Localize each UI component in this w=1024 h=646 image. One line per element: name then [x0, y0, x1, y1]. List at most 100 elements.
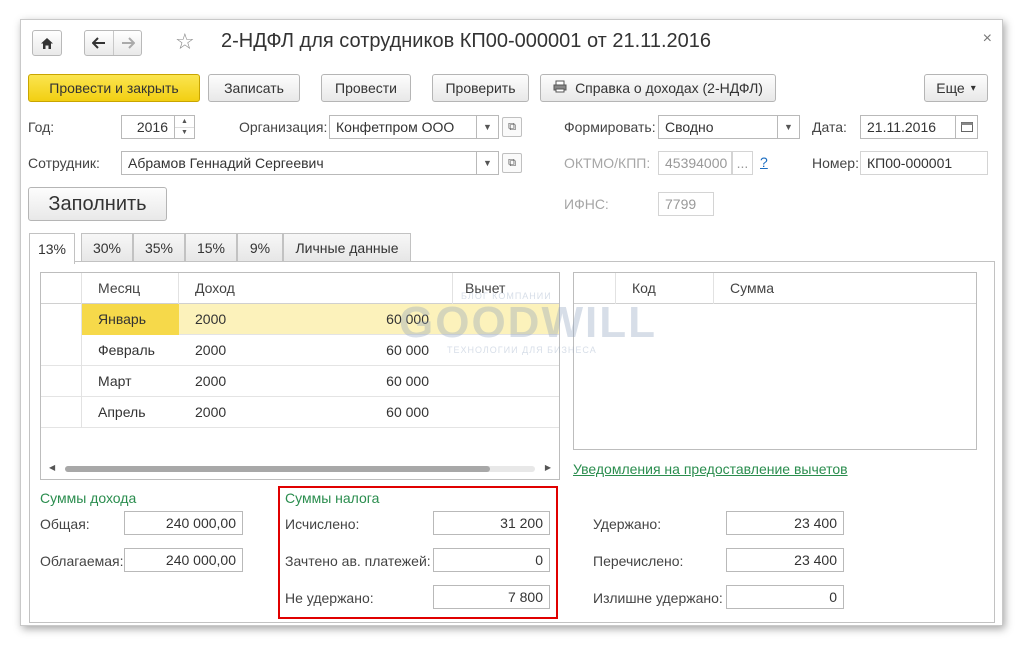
scroll-left-icon[interactable]: ◀ [49, 463, 55, 472]
cell-month[interactable]: Апрель [98, 397, 178, 428]
taxable-income-field[interactable]: 240 000,00 [124, 548, 243, 572]
favorite-star-icon[interactable]: ☆ [175, 29, 195, 55]
not-withheld-field[interactable]: 7 800 [433, 585, 550, 609]
open-employee-icon[interactable]: ⧉ [502, 153, 522, 173]
horizontal-scrollbar[interactable]: ◀ ▶ [49, 463, 551, 475]
cell-amount[interactable]: 60 000 [253, 397, 429, 428]
cell-code[interactable]: 2000 [195, 397, 255, 428]
number-field[interactable]: КП00-000001 [860, 151, 988, 175]
cell-code[interactable]: 2000 [195, 304, 255, 335]
organization-field[interactable]: Конфетпром ООО [329, 115, 477, 139]
employee-field[interactable]: Абрамов Геннадий Сергеевич [121, 151, 477, 175]
column-code[interactable]: Код [616, 273, 714, 304]
excess-withheld-field[interactable]: 0 [726, 585, 844, 609]
back-button[interactable] [85, 31, 113, 55]
ifns-label: ИФНС: [564, 196, 609, 212]
column-sum[interactable]: Сумма [714, 273, 976, 304]
home-icon [41, 37, 53, 49]
scroll-thumb[interactable] [65, 466, 490, 472]
tab-personal-data[interactable]: Личные данные [283, 233, 411, 262]
calculated-field[interactable]: 31 200 [433, 511, 550, 535]
more-label: Еще [936, 80, 965, 96]
tax-sums-title: Суммы налога [285, 490, 380, 506]
income-certificate-button[interactable]: Справка о доходах (2-НДФЛ) [540, 74, 776, 102]
forward-button[interactable] [113, 31, 141, 55]
document-window: ☆ 2-НДФЛ для сотрудников КП00-000001 от … [20, 19, 1003, 626]
chevron-down-icon[interactable]: ▼ [778, 115, 800, 139]
not-withheld-label: Не удержано: [285, 590, 374, 606]
close-icon[interactable]: × [983, 30, 992, 48]
row-marker-header [574, 273, 616, 304]
year-label: Год: [28, 119, 55, 135]
form-type-select[interactable]: Сводно [658, 115, 778, 139]
tab-9[interactable]: 9% [237, 233, 283, 262]
taxable-income-label: Облагаемая: [40, 553, 124, 569]
row-marker [41, 335, 82, 366]
deduction-notifications-link[interactable]: Уведомления на предоставление вычетов [573, 461, 848, 477]
withheld-label: Удержано: [593, 516, 662, 532]
post-button[interactable]: Провести [321, 74, 411, 102]
home-button[interactable] [32, 30, 62, 56]
oktmo-field: 45394000 [658, 151, 732, 175]
open-organization-icon[interactable]: ⧉ [502, 117, 522, 137]
tab-30[interactable]: 30% [81, 233, 133, 262]
employee-label: Сотрудник: [28, 155, 100, 171]
cell-amount[interactable]: 60 000 [253, 304, 429, 335]
cell-amount[interactable]: 60 000 [253, 366, 429, 397]
year-input[interactable]: 2016 [121, 115, 175, 139]
tab-35[interactable]: 35% [133, 233, 185, 262]
oktmo-select-button[interactable]: ... [732, 151, 753, 175]
fill-button[interactable]: Заполнить [28, 187, 167, 221]
chevron-down-icon[interactable]: ▼ [477, 115, 499, 139]
transferred-field[interactable]: 23 400 [726, 548, 844, 572]
chevron-down-icon[interactable]: ▼ [477, 151, 499, 175]
help-link[interactable]: ? [760, 154, 768, 170]
year-stepper[interactable]: ▲ ▼ [175, 115, 195, 139]
cell-code[interactable]: 2000 [195, 335, 255, 366]
scroll-right-icon[interactable]: ▶ [545, 463, 551, 472]
cell-amount[interactable]: 60 000 [253, 335, 429, 366]
oktmo-label: ОКТМО/КПП: [564, 155, 651, 171]
total-income-label: Общая: [40, 516, 90, 532]
form-type-label: Формировать: [564, 119, 656, 135]
withheld-field[interactable]: 23 400 [726, 511, 844, 535]
excess-withheld-label: Излишне удержано: [593, 590, 723, 606]
table-row[interactable]: Март 2000 60 000 [41, 366, 559, 397]
income-certificate-label: Справка о доходах (2-НДФЛ) [575, 80, 763, 96]
column-income[interactable]: Доход [179, 273, 453, 304]
calculated-label: Исчислено: [285, 516, 360, 532]
tab-13[interactable]: 13% [29, 233, 75, 264]
total-income-field[interactable]: 240 000,00 [124, 511, 243, 535]
table-header: Код Сумма [574, 273, 976, 304]
cell-month[interactable]: Март [98, 366, 178, 397]
cell-month[interactable]: Февраль [98, 335, 178, 366]
deduction-table[interactable]: Код Сумма [573, 272, 977, 450]
post-and-close-button[interactable]: Провести и закрыть [28, 74, 200, 102]
cell-code[interactable]: 2000 [195, 366, 255, 397]
table-row[interactable]: Январь 2000 60 000 [41, 304, 559, 335]
transferred-label: Перечислено: [593, 553, 684, 569]
row-marker [41, 397, 82, 428]
table-header: Месяц Доход Вычет [41, 273, 559, 304]
column-month[interactable]: Месяц [82, 273, 179, 304]
spin-down-icon[interactable]: ▼ [175, 126, 194, 139]
calendar-icon[interactable] [956, 115, 978, 139]
organization-label: Организация: [239, 119, 328, 135]
save-button[interactable]: Записать [208, 74, 300, 102]
income-table[interactable]: Месяц Доход Вычет Январь 2000 60 000 Фев… [40, 272, 560, 480]
column-deduction[interactable]: Вычет [453, 273, 559, 304]
cell-month[interactable]: Январь [82, 304, 179, 335]
more-button[interactable]: Еще ▾ [924, 74, 988, 102]
check-button[interactable]: Проверить [432, 74, 529, 102]
advance-offset-field[interactable]: 0 [433, 548, 550, 572]
table-row[interactable]: Апрель 2000 60 000 [41, 397, 559, 428]
number-label: Номер: [812, 155, 859, 171]
tab-15[interactable]: 15% [185, 233, 237, 262]
spin-up-icon[interactable]: ▲ [175, 116, 194, 127]
table-row[interactable]: Февраль 2000 60 000 [41, 335, 559, 366]
row-marker [41, 304, 82, 335]
row-marker [41, 366, 82, 397]
date-input[interactable]: 21.11.2016 [860, 115, 956, 139]
income-sums-title: Суммы дохода [40, 490, 137, 506]
arrow-left-icon [92, 37, 105, 49]
